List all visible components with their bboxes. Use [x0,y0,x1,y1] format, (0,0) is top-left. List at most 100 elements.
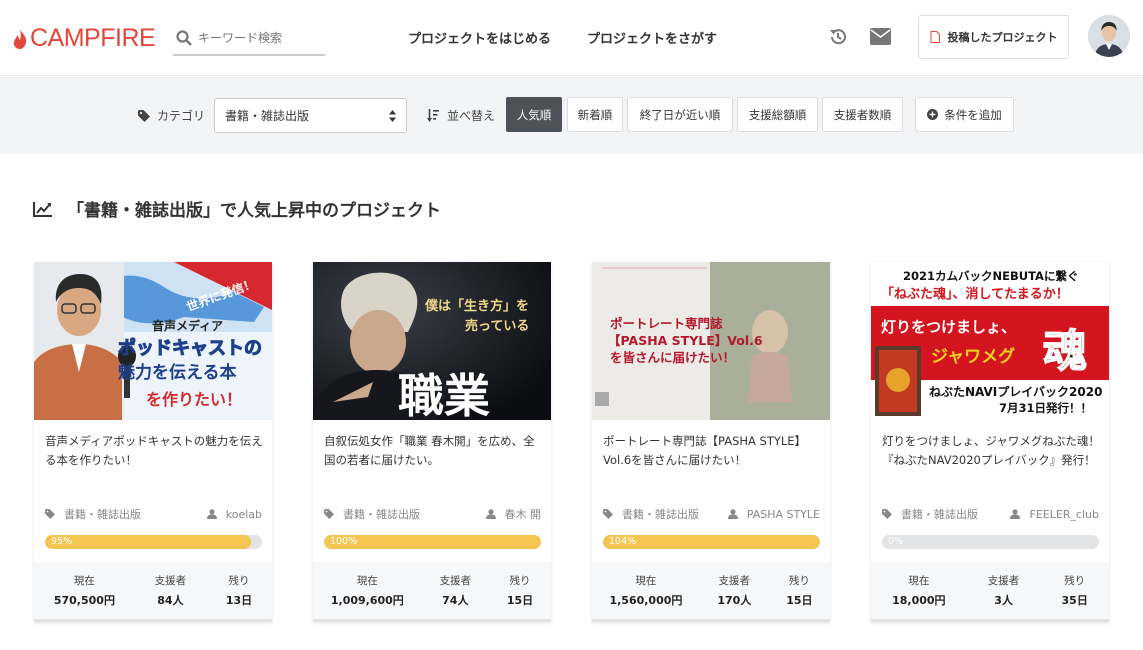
sort-total-amount[interactable]: 支援総額順 [737,97,818,132]
stat-backers-label: 支援者 [718,575,751,587]
tag-icon [882,509,892,519]
project-meta: 書籍・雑誌出版 春木 開 [324,506,541,522]
posted-projects-label: 投稿したプロジェクト [947,31,1058,44]
nav-start-project[interactable]: プロジェクトをはじめる [408,28,551,47]
card2-image-text-2: 職業 [398,369,490,420]
document-icon [930,31,940,43]
project-category[interactable]: 書籍・雑誌出版 [343,506,420,522]
mail-icon[interactable] [870,28,891,45]
card1-image-text-1: 音声メディア [152,318,223,333]
card1-image-text-3: 魅力を伝える本 [118,362,237,383]
project-card[interactable]: ポートレート専門誌 【PASHA STYLE】Vol.6 を皆さんに届けたい！ … [592,262,830,622]
project-title[interactable]: 音声メディアポッドキャストの魅力を伝える本を作りたい！ [45,432,265,470]
sort-ending-soon[interactable]: 終了日が近い順 [627,97,733,132]
filter-bar: カテゴリ 書籍・雑誌出版 並べ替え 人気順 新着順 終了日が近い順 支援総額順 … [0,77,1143,154]
project-stats: 現在 1,560,000円 支援者 170人 残り 15日 [592,562,830,619]
progress-bar: 0% [882,535,1099,549]
sort-label: 並べ替え [427,107,495,124]
progress-bar: 100% [324,535,541,549]
sort-backers[interactable]: 支援者数順 [822,97,903,132]
category-select[interactable]: 書籍・雑誌出版 [214,98,407,133]
project-title[interactable]: 灯りをつけましょ、ジャワメグねぶた魂！『ねぶたNAV2020プレイバック』発行！ [882,432,1102,470]
project-card[interactable]: 2021カムバックNEBUTAに繋ぐ 「ねぶた魂」、消してたまるか！ 灯りをつけ… [871,262,1109,622]
tag-icon [138,109,150,122]
category-label: カテゴリ [138,107,205,124]
stat-backers-value: 74人 [442,594,469,607]
posted-projects-button[interactable]: 投稿したプロジェクト [918,15,1069,59]
section-title: 「書籍・雑誌出版」で人気上昇中のプロジェクト [33,196,441,221]
add-condition-button[interactable]: 条件を追加 [915,97,1014,132]
card2-image-text-0: 僕は「生き方」を [424,298,529,314]
flame-icon [13,28,27,49]
stat-remaining-label: 残り [788,575,810,587]
tag-icon [324,509,334,519]
stat-current-label: 現在 [635,575,657,587]
project-card[interactable]: 世界に発信！ 音声メディア ポッドキャストの 魅力を伝える本 を作りたい！ 音声… [34,262,272,622]
card1-image-text-4: を作りたい！ [146,390,242,409]
stat-remaining-value: 13日 [225,594,253,607]
project-category[interactable]: 書籍・雑誌出版 [901,506,978,522]
history-icon[interactable] [828,27,848,47]
project-meta: 書籍・雑誌出版 koelab [45,506,262,522]
progress-bar: 104% [603,535,820,549]
user-icon [727,509,738,519]
sort-icon [427,109,439,122]
user-icon [485,509,496,519]
stat-current-value: 570,500円 [53,594,115,607]
stat-current-value: 1,560,000円 [609,594,683,607]
sort-popular[interactable]: 人気順 [506,97,562,132]
card4-image-text-6: 7月31日発行！！ [999,401,1092,415]
stat-remaining-label: 残り [228,575,250,587]
project-owner[interactable]: koelab [226,508,262,521]
search-icon [176,30,192,46]
search-input[interactable] [198,31,318,45]
tag-icon [603,509,613,519]
stat-backers-label: 支援者 [439,575,472,587]
stat-backers-label: 支援者 [154,575,187,587]
project-stats: 現在 570,500円 支援者 84人 残り 13日 [34,562,272,619]
user-icon [1010,509,1021,519]
progress-label: 0% [888,536,904,547]
stat-backers-value: 84人 [157,594,184,607]
stat-backers-label: 支援者 [987,575,1020,587]
project-title[interactable]: 自叙伝処女作「職業 春木開」を広め、全国の若者に届けたい。 [324,432,544,470]
stat-current-label: 現在 [356,575,378,587]
card2-image-text-1: 売っている [465,318,529,334]
project-owner[interactable]: 春木 開 [505,506,542,522]
stat-current-value: 18,000円 [892,594,946,607]
stat-remaining-value: 15日 [506,594,534,607]
campfire-logo[interactable]: CAMPFIRE [12,24,156,53]
project-owner[interactable]: FEELER_club [1029,508,1099,521]
card1-image-text-2: ポッドキャストの [118,337,262,359]
progress-fill [45,535,252,549]
trending-chart-icon [33,201,52,217]
card4-image-text-0: 2021カムバックNEBUTAに繋ぐ [903,269,1078,283]
card4-image-text-5: ねぶたNAVIプレイバック2020 [929,384,1102,399]
project-stats: 現在 18,000円 支援者 3人 残り 35日 [871,562,1109,619]
user-avatar[interactable] [1088,15,1130,57]
card3-image-text-0: ポートレート専門誌 [610,316,723,331]
project-category[interactable]: 書籍・雑誌出版 [64,506,141,522]
project-meta: 書籍・雑誌出版 PASHA STYLE [603,506,820,522]
project-thumbnail[interactable]: 2021カムバックNEBUTAに繋ぐ 「ねぶた魂」、消してたまるか！ 灯りをつけ… [871,262,1109,420]
sort-newest[interactable]: 新着順 [567,97,623,132]
tag-icon [45,509,55,519]
project-card[interactable]: 僕は「生き方」を 売っている 職業 自叙伝処女作「職業 春木開」を広め、全国の若… [313,262,551,622]
nav-find-project[interactable]: プロジェクトをさがす [587,28,717,47]
stat-current-label: 現在 [908,575,930,587]
card4-image-text-4: 魂 [1043,326,1087,377]
stat-current-label: 現在 [73,575,95,587]
project-title[interactable]: ポートレート専門誌【PASHA STYLE】Vol.6を皆さんに届けたい！ [603,432,823,470]
project-thumbnail[interactable]: 僕は「生き方」を 売っている 職業 [313,262,551,420]
search-box[interactable] [173,22,325,56]
card3-image-text-1: 【PASHA STYLE】Vol.6 [608,333,763,348]
project-category[interactable]: 書籍・雑誌出版 [622,506,699,522]
project-thumbnail[interactable]: 世界に発信！ 音声メディア ポッドキャストの 魅力を伝える本 を作りたい！ [34,262,272,420]
stat-backers-value: 3人 [994,594,1013,607]
project-thumbnail[interactable]: ポートレート専門誌 【PASHA STYLE】Vol.6 を皆さんに届けたい！ [592,262,830,420]
progress-label: 95% [51,536,73,547]
category-select-value: 書籍・雑誌出版 [225,109,310,123]
card3-image-text-2: を皆さんに届けたい！ [610,350,735,365]
project-stats: 現在 1,009,600円 支援者 74人 残り 15日 [313,562,551,619]
project-owner[interactable]: PASHA STYLE [747,508,820,521]
